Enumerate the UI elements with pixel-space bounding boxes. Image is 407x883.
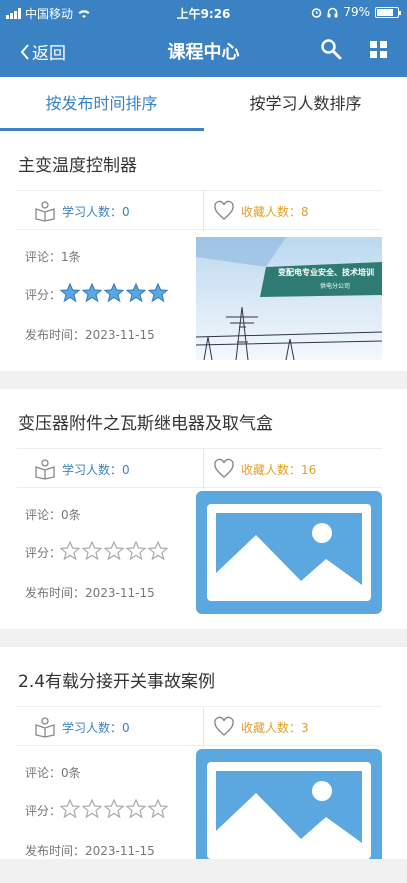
star-filled-icon bbox=[126, 283, 146, 303]
study-count-label: 学习人数：0 bbox=[62, 720, 130, 735]
favorite-count-label: 收藏人数：16 bbox=[241, 462, 317, 477]
course-card[interactable]: 2.4有载分接开关事故案例 学习人数：0 收藏人数：3 评论：0条 评分： 发布… bbox=[0, 647, 407, 859]
rating-stars bbox=[60, 283, 168, 303]
stats-divider bbox=[203, 449, 204, 489]
star-empty-icon bbox=[82, 541, 102, 561]
star-empty-icon bbox=[126, 799, 146, 819]
course-stats: 学习人数：0 收藏人数：8 bbox=[17, 190, 382, 231]
battery-icon bbox=[375, 6, 401, 18]
course-stats: 学习人数：0 收藏人数：16 bbox=[17, 448, 382, 489]
grid-menu-icon[interactable] bbox=[370, 41, 387, 58]
thumbnail-subtitle: 供电分公司 bbox=[320, 283, 351, 290]
image-placeholder-icon[interactable] bbox=[196, 749, 382, 859]
study-count-label: 学习人数：0 bbox=[62, 204, 130, 219]
rating-label: 评分： bbox=[25, 804, 62, 818]
rating-label: 评分： bbox=[25, 546, 62, 560]
star-empty-icon bbox=[104, 799, 124, 819]
favorite-count-label: 收藏人数：3 bbox=[241, 720, 309, 735]
star-empty-icon bbox=[60, 799, 80, 819]
comment-count: 评论：0条 bbox=[25, 508, 81, 522]
image-placeholder-icon[interactable] bbox=[196, 491, 382, 614]
study-count: 学习人数：0 bbox=[34, 449, 130, 489]
publish-date: 发布时间：2023-11-15 bbox=[25, 844, 155, 858]
star-empty-icon bbox=[148, 541, 168, 561]
favorite-count[interactable]: 收藏人数：8 bbox=[213, 191, 309, 231]
search-icon[interactable] bbox=[320, 38, 342, 60]
star-filled-icon bbox=[104, 283, 124, 303]
status-bar: 中国移动 上午9:26 79% bbox=[0, 0, 407, 26]
course-stats: 学习人数：0 收藏人数：3 bbox=[17, 706, 382, 747]
book-reader-icon bbox=[35, 717, 55, 738]
heart-icon bbox=[214, 458, 234, 478]
app-header: 中国移动 上午9:26 79% 返回 课程中心 bbox=[0, 0, 407, 77]
star-filled-icon bbox=[82, 283, 102, 303]
rating-stars bbox=[60, 799, 168, 819]
alarm-icon bbox=[312, 7, 322, 18]
star-filled-icon bbox=[148, 283, 168, 303]
rating-label: 评分： bbox=[25, 288, 62, 302]
headphones-icon bbox=[327, 7, 338, 17]
star-empty-icon bbox=[60, 541, 80, 561]
comment-count: 评论：1条 bbox=[25, 250, 81, 264]
study-count: 学习人数：0 bbox=[34, 191, 130, 231]
star-empty-icon bbox=[148, 799, 168, 819]
favorite-count[interactable]: 收藏人数：3 bbox=[213, 707, 309, 747]
heart-icon bbox=[214, 200, 234, 220]
course-title: 主变温度控制器 bbox=[18, 156, 137, 176]
sort-tabs: 按发布时间排序 按学习人数排序 bbox=[0, 77, 407, 131]
comment-count: 评论：0条 bbox=[25, 766, 81, 780]
course-title: 变压器附件之瓦斯继电器及取气盒 bbox=[18, 414, 273, 434]
course-thumbnail[interactable]: 变配电专业安全、技术培训 供电分公司 bbox=[196, 237, 382, 360]
course-card[interactable]: 主变温度控制器 学习人数：0 收藏人数：8 评论：1条 评分： 发布时间：202… bbox=[0, 131, 407, 371]
thumbnail-title: 变配电专业安全、技术培训 bbox=[278, 268, 374, 277]
course-title: 2.4有载分接开关事故案例 bbox=[18, 672, 216, 692]
rating-stars bbox=[60, 541, 168, 561]
heart-icon bbox=[214, 716, 234, 736]
star-filled-icon bbox=[60, 283, 80, 303]
book-reader-icon bbox=[35, 201, 55, 222]
tab-sort-by-date[interactable]: 按发布时间排序 bbox=[0, 77, 204, 131]
page-title: 课程中心 bbox=[167, 42, 240, 63]
nav-bar: 返回 课程中心 bbox=[0, 26, 407, 77]
star-empty-icon bbox=[104, 541, 124, 561]
publish-date: 发布时间：2023-11-15 bbox=[25, 328, 155, 342]
study-count-label: 学习人数：0 bbox=[62, 462, 130, 477]
star-empty-icon bbox=[82, 799, 102, 819]
star-empty-icon bbox=[126, 541, 146, 561]
stats-divider bbox=[203, 191, 204, 231]
course-card[interactable]: 变压器附件之瓦斯继电器及取气盒 学习人数：0 收藏人数：16 评论：0条 评分：… bbox=[0, 389, 407, 629]
battery-percent: 79% bbox=[343, 5, 370, 19]
study-count: 学习人数：0 bbox=[34, 707, 130, 747]
favorite-count[interactable]: 收藏人数：16 bbox=[213, 449, 316, 489]
stats-divider bbox=[203, 707, 204, 747]
book-reader-icon bbox=[35, 459, 55, 480]
favorite-count-label: 收藏人数：8 bbox=[241, 204, 309, 219]
publish-date: 发布时间：2023-11-15 bbox=[25, 586, 155, 600]
tab-sort-by-learners[interactable]: 按学习人数排序 bbox=[204, 77, 407, 131]
